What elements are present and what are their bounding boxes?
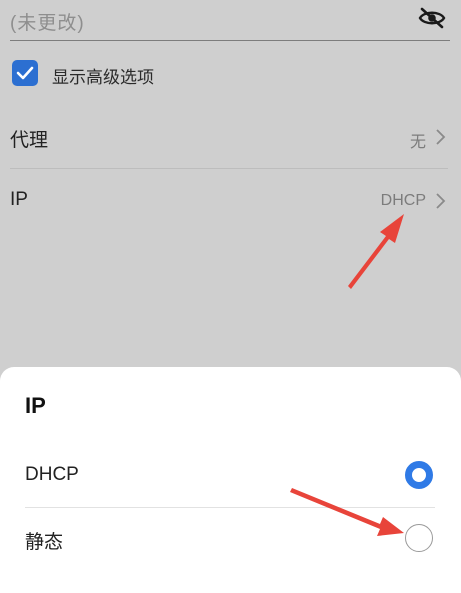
dhcp-option[interactable]: DHCP: [25, 445, 435, 508]
dialog-title: IP: [25, 393, 46, 418]
ip-setting-row[interactable]: IP DHCP: [10, 172, 448, 232]
static-option-label: 静态: [25, 532, 64, 553]
ip-label: IP: [10, 189, 28, 210]
ip-value: DHCP: [380, 192, 426, 209]
password-value: (未更改): [10, 13, 85, 34]
advanced-options-checkbox[interactable]: [12, 60, 38, 86]
dhcp-option-label: DHCP: [25, 464, 79, 485]
checkmark-icon: [16, 66, 34, 80]
proxy-setting-row[interactable]: 代理 无: [10, 108, 448, 169]
ip-mode-dialog: IP DHCP 静态: [0, 367, 461, 593]
chevron-right-icon: [434, 192, 446, 210]
eye-slash-icon[interactable]: [418, 7, 446, 29]
static-radio-button[interactable]: [405, 524, 433, 552]
wifi-settings-screen: (未更改) 显示高级选项 代理 无 IP DHCP IP DHCP 静态: [0, 0, 461, 593]
proxy-value: 无: [409, 134, 426, 151]
static-option[interactable]: 静态: [25, 508, 435, 570]
chevron-right-icon: [434, 128, 446, 146]
proxy-label: 代理: [10, 130, 49, 151]
dhcp-radio-button[interactable]: [405, 461, 433, 489]
advanced-options-label: 显示高级选项: [52, 68, 154, 87]
password-field[interactable]: (未更改): [10, 0, 450, 41]
